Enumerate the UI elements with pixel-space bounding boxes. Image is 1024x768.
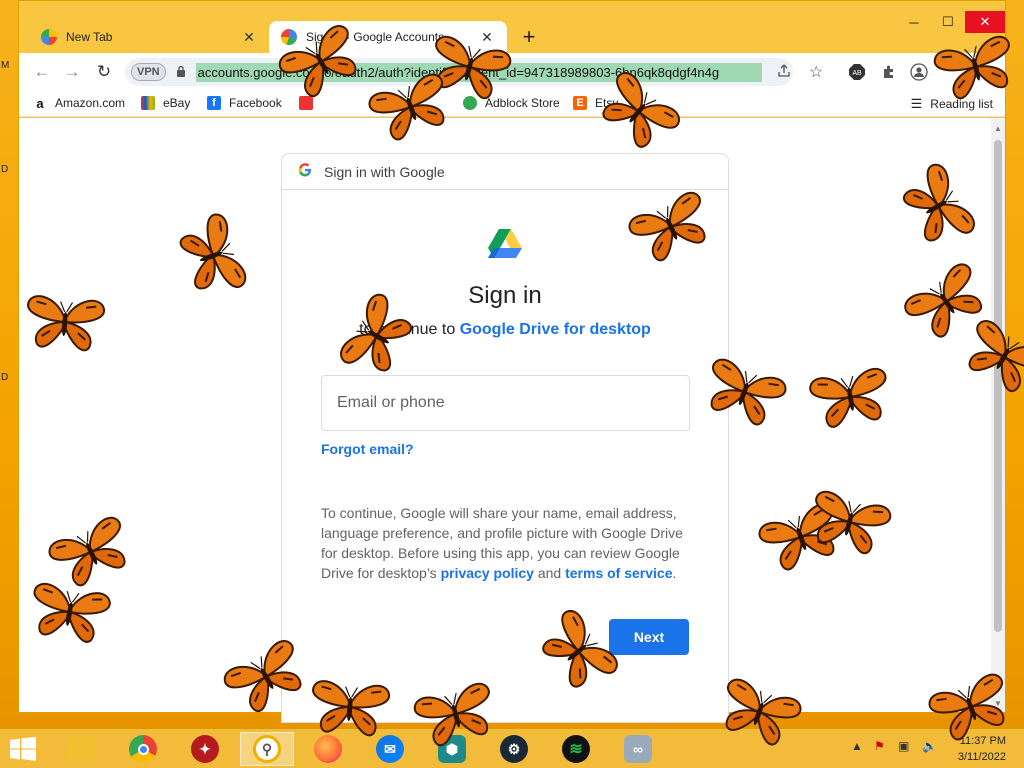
butterfly xyxy=(23,294,106,353)
butterfly xyxy=(275,21,369,105)
butterfly xyxy=(925,670,1017,746)
butterfly xyxy=(365,70,457,146)
butterfly xyxy=(45,513,138,593)
butterfly xyxy=(532,605,623,699)
butterfly xyxy=(26,581,113,646)
butterfly xyxy=(174,210,250,302)
butterfly xyxy=(931,33,1021,104)
butterfly-overlay xyxy=(23,21,1024,751)
butterfly xyxy=(625,188,718,268)
butterfly xyxy=(336,290,420,384)
butterfly xyxy=(807,366,894,431)
butterfly xyxy=(220,636,314,720)
butterfly xyxy=(411,680,501,751)
butterfly xyxy=(895,160,979,254)
butterfly xyxy=(424,33,514,104)
butterfly xyxy=(713,675,805,751)
butterfly xyxy=(956,316,1024,400)
butterfly xyxy=(698,355,790,431)
butterfly xyxy=(591,67,685,158)
butterfly xyxy=(308,679,391,738)
